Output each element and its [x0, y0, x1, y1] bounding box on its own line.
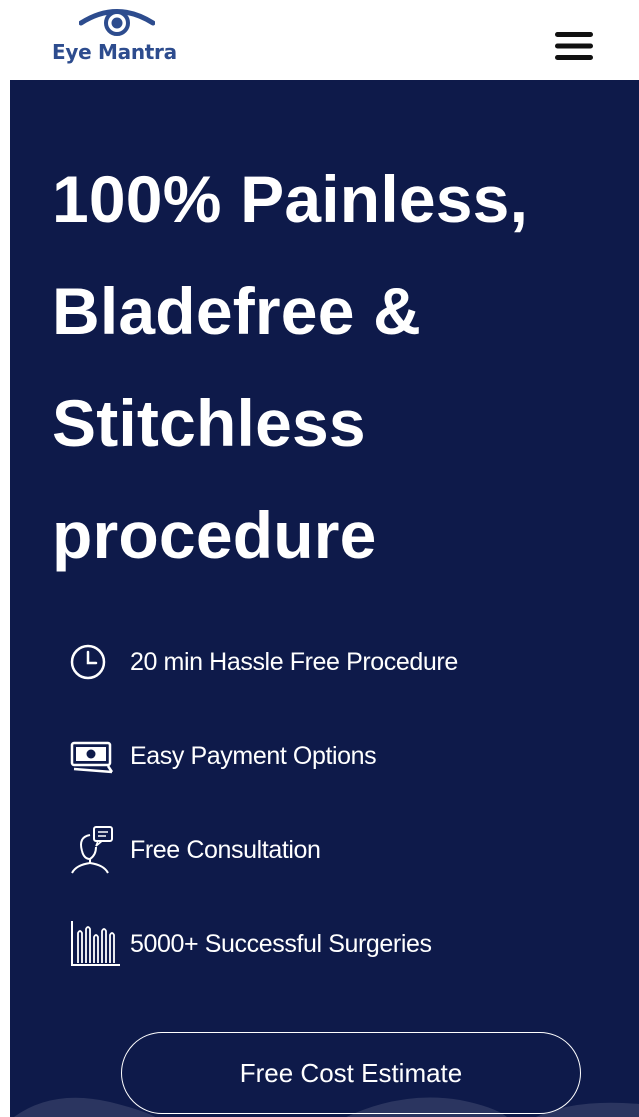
feature-item: 20 min Hassle Free Procedure	[68, 615, 628, 709]
feature-label: 5000+ Successful Surgeries	[130, 929, 432, 958]
site-header: Eye Mantra	[0, 0, 639, 80]
feature-list: 20 min Hassle Free Procedure Easy Paymen…	[68, 615, 628, 991]
feature-item: Free Consultation	[68, 803, 628, 897]
headline-line: procedure	[52, 498, 377, 572]
feature-item: Easy Payment Options	[68, 709, 628, 803]
hero-section: 100% Painless, Bladefree & Stitchless pr…	[10, 80, 639, 1117]
menu-button[interactable]	[552, 26, 602, 66]
consultation-icon	[71, 826, 113, 874]
feature-label: Free Consultation	[130, 835, 321, 864]
brand-logo[interactable]: Eye Mantra	[52, 6, 192, 70]
brand-name: Eye Mantra	[52, 40, 177, 64]
headline-line: 100% Painless,	[52, 162, 529, 236]
headline-line: Stitchless	[52, 386, 366, 460]
money-icon	[70, 741, 114, 774]
surgeries-chart-icon	[71, 921, 120, 966]
page: Eye Mantra 100% Painless, Bladefree & St…	[0, 0, 639, 1117]
eye-logo-icon	[79, 9, 155, 36]
clock-icon	[70, 644, 106, 680]
decorative-waves	[14, 1097, 639, 1117]
hero-headline: 100% Painless, Bladefree & Stitchless pr…	[52, 143, 639, 591]
feature-item: 5000+ Successful Surgeries	[68, 897, 628, 991]
feature-label: 20 min Hassle Free Procedure	[130, 647, 458, 676]
feature-label: Easy Payment Options	[130, 741, 377, 770]
headline-line: Bladefree &	[52, 274, 422, 348]
hamburger-menu-icon	[555, 32, 593, 60]
